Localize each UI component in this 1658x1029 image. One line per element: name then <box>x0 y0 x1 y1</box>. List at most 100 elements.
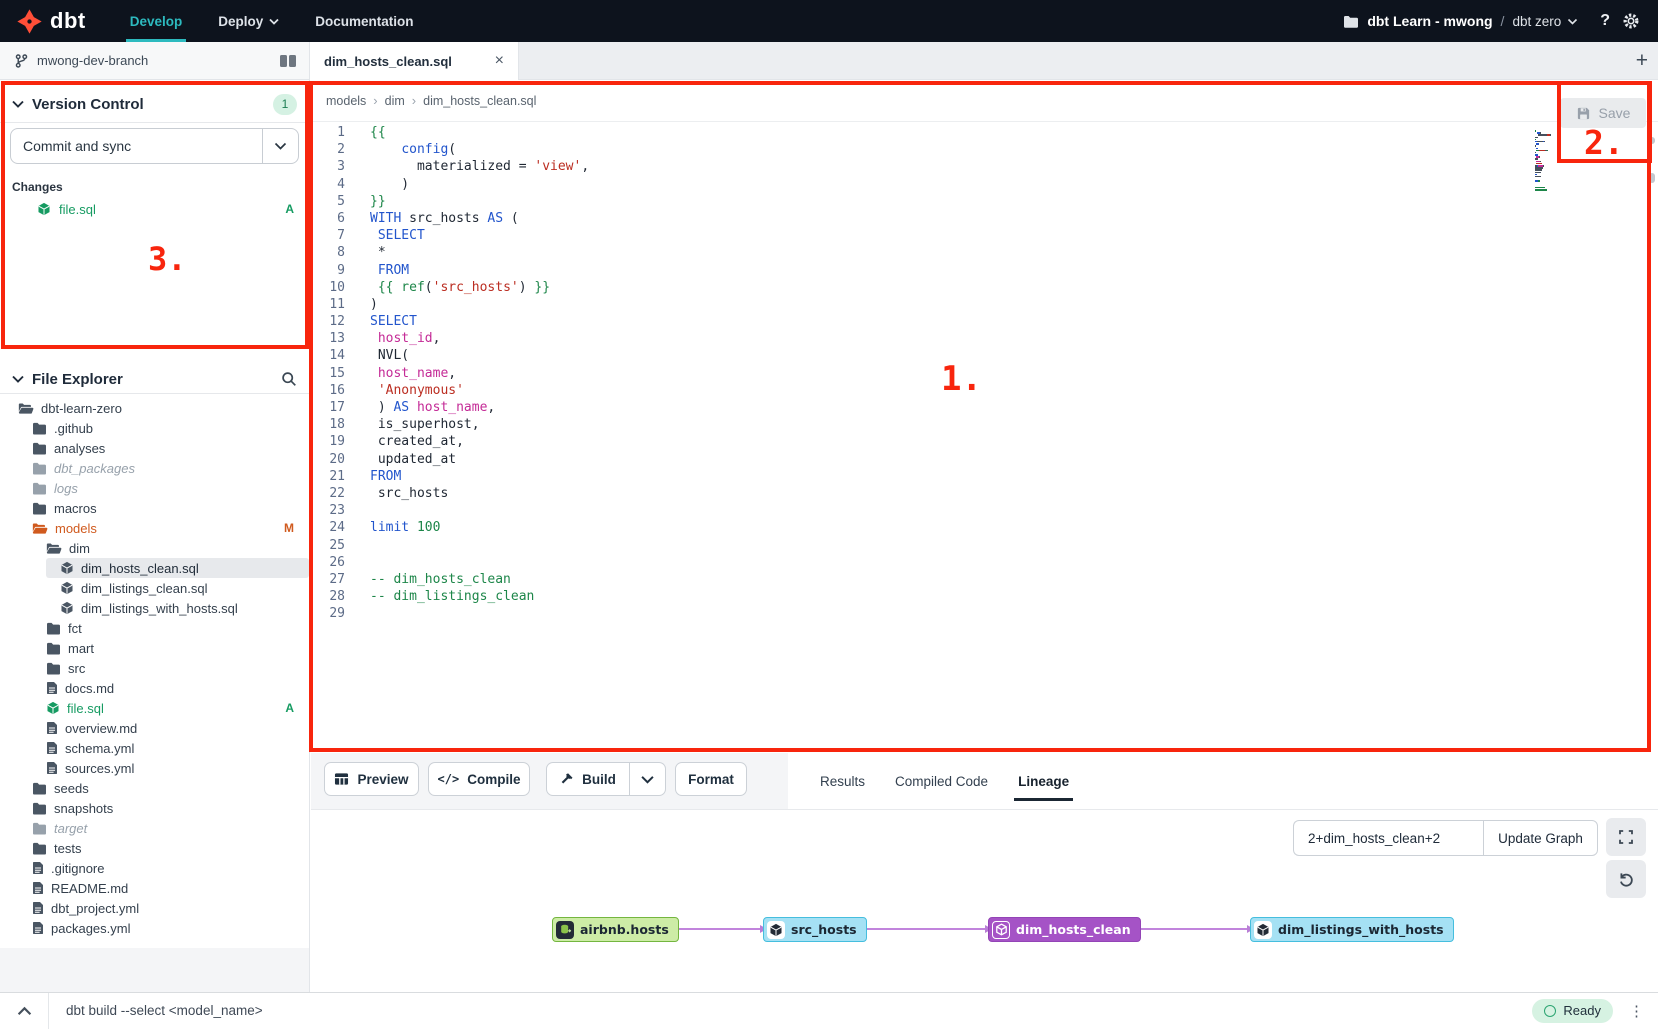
commit-options-dropdown[interactable] <box>262 129 298 163</box>
tab-results[interactable]: Results <box>820 753 865 809</box>
code-area[interactable]: 1{{2 config(3 materialized = 'view',4 )5… <box>311 124 1634 622</box>
tab-dim-hosts-clean[interactable]: dim_hosts_clean.sql × <box>310 42 519 80</box>
gear-icon[interactable] <box>1622 12 1640 30</box>
folder-icon <box>32 462 47 475</box>
tree-item-overview-md[interactable]: overview.md <box>0 718 309 738</box>
nav-item-documentation[interactable]: Documentation <box>297 0 431 42</box>
build-button[interactable]: Build <box>546 762 630 796</box>
dbt-logo[interactable]: dbt <box>0 8 112 35</box>
tree-item-models[interactable]: modelsM <box>0 518 309 538</box>
tree-item-analyses[interactable]: analyses <box>0 438 309 458</box>
model-cube-icon <box>37 202 51 216</box>
tree-item-dbt-project-yml[interactable]: dbt_project.yml <box>0 898 309 918</box>
new-tab-plus-icon[interactable]: + <box>1636 49 1648 73</box>
tree-item--gitignore[interactable]: .gitignore <box>0 858 309 878</box>
chevron-up-icon[interactable] <box>0 1006 48 1016</box>
tree-item-tests[interactable]: tests <box>0 838 309 858</box>
help-icon[interactable]: ? <box>1600 12 1610 30</box>
command-input[interactable]: dbt build --select <model_name> <box>49 1003 263 1018</box>
commit-and-sync-label[interactable]: Commit and sync <box>11 129 262 163</box>
tree-item-label: .gitignore <box>51 861 104 876</box>
lineage-node-dim-listings-with-hosts[interactable]: dim_listings_with_hosts <box>1250 917 1454 942</box>
tree-item-src[interactable]: src <box>0 658 309 678</box>
changed-file-row[interactable]: file.sql A <box>0 198 309 220</box>
tree-item-macros[interactable]: macros <box>0 498 309 518</box>
tree-item-dim[interactable]: dim <box>0 538 309 558</box>
line-number: 23 <box>311 502 345 519</box>
folder-icon <box>46 622 61 635</box>
preview-button[interactable]: Preview <box>324 762 419 796</box>
tree-item-dim-listings-with-hosts-sql[interactable]: dim_listings_with_hosts.sql <box>0 598 309 618</box>
tab-compiled-code[interactable]: Compiled Code <box>895 753 988 809</box>
chevron-down-icon <box>12 100 24 108</box>
build-split-button: Build <box>546 762 666 796</box>
reset-view-icon[interactable] <box>1606 860 1646 898</box>
save-button[interactable]: Save <box>1560 98 1646 128</box>
build-options-dropdown[interactable] <box>630 762 666 796</box>
fullscreen-expand-icon[interactable] <box>1606 818 1646 856</box>
line-number: 18 <box>311 416 345 433</box>
tree-item-snapshots[interactable]: snapshots <box>0 798 309 818</box>
compile-button[interactable]: </> Compile <box>428 762 530 796</box>
tree-item-sources-yml[interactable]: sources.yml <box>0 758 309 778</box>
chevron-down-icon <box>12 375 24 383</box>
account-switcher[interactable]: dbt Learn - mwong / dbt zero <box>1343 13 1578 29</box>
scrollbar-mark[interactable] <box>1649 137 1655 144</box>
chevron-right-icon: › <box>373 93 377 108</box>
line-number: 1 <box>311 124 345 141</box>
dbt-logo-text: dbt <box>50 8 86 34</box>
lineage-node-dim-hosts-clean[interactable]: dim_hosts_clean <box>988 917 1141 942</box>
scrollbar-mark[interactable] <box>1649 173 1655 183</box>
folder-open-icon <box>32 522 48 535</box>
tree-item-mart[interactable]: mart <box>0 638 309 658</box>
tree-item-label: .github <box>54 421 93 436</box>
version-control-header[interactable]: Version Control 1 <box>0 84 309 124</box>
file-icon <box>32 881 44 895</box>
tree-item-fct[interactable]: fct <box>0 618 309 638</box>
folder-icon <box>32 502 47 515</box>
lineage-node-src-hosts[interactable]: src_hosts <box>763 917 867 942</box>
folder-open-icon <box>46 542 62 555</box>
project-selector[interactable]: dbt zero <box>1512 14 1578 29</box>
tree-item-dim-listings-clean-sql[interactable]: dim_listings_clean.sql <box>0 578 309 598</box>
breadcrumb-models[interactable]: models <box>326 94 366 108</box>
changed-file-name: file.sql <box>59 202 277 217</box>
branch-name[interactable]: mwong-dev-branch <box>37 53 271 68</box>
folder-icon <box>32 822 47 835</box>
tree-item-dim-hosts-clean-sql[interactable]: dim_hosts_clean.sql <box>46 558 309 578</box>
docs-book-icon[interactable] <box>279 54 297 68</box>
tree-item-dbt-learn-zero[interactable]: dbt-learn-zero <box>0 398 309 418</box>
kebab-menu-icon[interactable]: ⋮ <box>1629 1002 1644 1020</box>
tree-item-seeds[interactable]: seeds <box>0 778 309 798</box>
tree-item-logs[interactable]: logs <box>0 478 309 498</box>
breadcrumb-file[interactable]: dim_hosts_clean.sql <box>423 94 536 108</box>
search-icon[interactable] <box>281 371 297 387</box>
tree-item-dbt-packages[interactable]: dbt_packages <box>0 458 309 478</box>
tree-item-readme-md[interactable]: README.md <box>0 878 309 898</box>
line-number: 12 <box>311 313 345 330</box>
minimap[interactable] <box>1535 130 1559 193</box>
folder-icon <box>32 842 47 855</box>
tree-item-schema-yml[interactable]: schema.yml <box>0 738 309 758</box>
breadcrumb-dim[interactable]: dim <box>385 94 405 108</box>
sidebar: Version Control 1 Commit and sync Change… <box>0 80 310 992</box>
nav-item-deploy[interactable]: Deploy <box>200 0 297 42</box>
tab-lineage[interactable]: Lineage <box>1018 753 1069 809</box>
tree-item--github[interactable]: .github <box>0 418 309 438</box>
git-branch-icon <box>14 53 29 69</box>
line-number: 7 <box>311 227 345 244</box>
tree-item-packages-yml[interactable]: packages.yml <box>0 918 309 938</box>
lineage-node-label: dim_listings_with_hosts <box>1278 922 1444 937</box>
update-graph-button[interactable]: Update Graph <box>1483 820 1598 856</box>
nav-item-develop[interactable]: Develop <box>112 0 201 42</box>
lineage-selector-input[interactable] <box>1293 820 1483 856</box>
close-icon[interactable]: × <box>495 53 504 69</box>
lineage-node-airbnb-hosts[interactable]: airbnb.hosts <box>552 917 679 942</box>
line-number: 16 <box>311 382 345 399</box>
format-button[interactable]: Format <box>675 762 747 796</box>
dbt-cloud-ide: dbt Develop Deploy Documentation dbt Lea… <box>0 0 1658 1028</box>
tree-item-docs-md[interactable]: docs.md <box>0 678 309 698</box>
tree-item-file-sql[interactable]: file.sqlA <box>0 698 309 718</box>
lineage-edge-arrow <box>1128 928 1248 930</box>
tree-item-target[interactable]: target <box>0 818 309 838</box>
